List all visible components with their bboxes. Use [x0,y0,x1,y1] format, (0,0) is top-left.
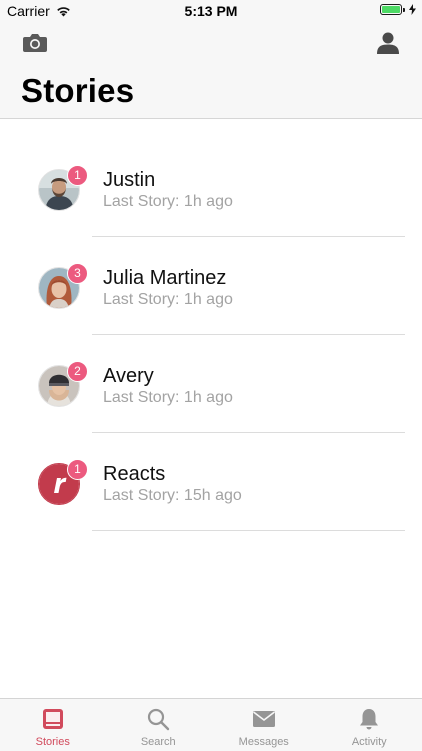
story-subtitle: Last Story: 1h ago [103,291,233,309]
row-separator [92,530,405,531]
battery-icon [380,4,402,15]
story-subtitle: Last Story: 1h ago [103,389,233,407]
clock: 5:13 PM [0,3,422,19]
story-name: Reacts [103,463,165,486]
camera-button[interactable] [22,32,48,54]
tab-label: Activity [317,736,422,748]
charging-bolt-icon [409,4,416,15]
search-icon [146,707,170,731]
bell-icon [357,707,381,731]
status-right [380,4,416,15]
unread-badge: 3 [67,263,88,284]
stories-icon [41,707,65,731]
story-item-julia-martinez[interactable]: 3 Julia Martinez Last Story: 1h ago [0,218,422,316]
story-name: Avery [103,365,154,388]
nav-header: Stories [0,22,422,119]
avatar-wrap: 3 [38,267,80,309]
tab-messages[interactable]: Messages [211,699,317,751]
status-bar: Carrier 5:13 PM [0,0,422,22]
profile-button[interactable] [376,31,400,55]
story-subtitle: Last Story: 15h ago [103,487,242,505]
story-item-reacts[interactable]: 1 Reacts Last Story: 15h ago [0,414,422,512]
unread-badge: 1 [67,165,88,186]
tab-stories[interactable]: Stories [0,699,106,751]
avatar-wrap: 1 [38,463,80,505]
envelope-icon [252,707,276,731]
tab-label: Stories [0,736,106,748]
avatar-wrap: 2 [38,365,80,407]
story-item-avery[interactable]: 2 Avery Last Story: 1h ago [0,316,422,414]
tab-bar: Stories Search Messages Activity [0,698,422,751]
unread-badge: 1 [67,459,88,480]
tab-label: Messages [211,736,317,748]
story-name: Justin [103,169,155,192]
stories-list: 1 Justin Last Story: 1h ago 3 Julia Mart… [0,120,422,512]
story-name: Julia Martinez [103,267,226,290]
tab-label: Search [106,736,212,748]
battery-fill [382,6,400,13]
user-icon [376,31,400,55]
tab-search[interactable]: Search [106,699,212,751]
story-subtitle: Last Story: 1h ago [103,193,233,211]
avatar-wrap: 1 [38,169,80,211]
story-item-justin[interactable]: 1 Justin Last Story: 1h ago [0,120,422,218]
tab-activity[interactable]: Activity [317,699,422,751]
camera-icon [22,32,48,54]
unread-badge: 2 [67,361,88,382]
page-title: Stories [21,72,134,110]
